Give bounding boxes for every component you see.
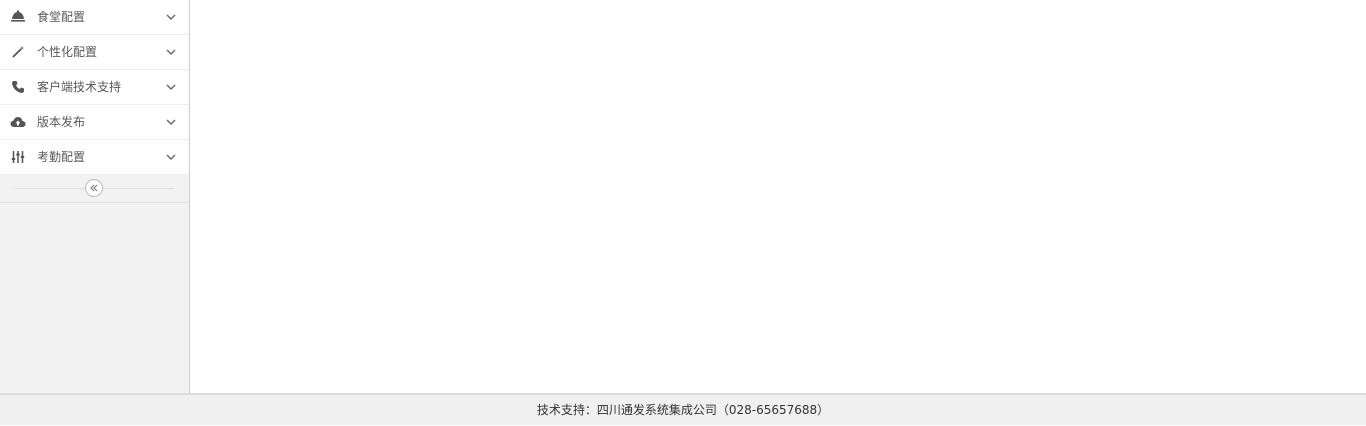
sidebar-item-label: 考勤配置 — [37, 150, 86, 164]
main-content — [190, 0, 1366, 393]
sidebar: 食堂配置 个性化配置 客户端技术支持 版本发布 考勤配置 — [0, 0, 190, 393]
chevron-down-icon — [165, 46, 177, 58]
canteen-bell-icon — [10, 9, 26, 25]
footer: 技术支持：四川通发系统集成公司（028-65657688） — [0, 393, 1366, 425]
sidebar-item-label: 版本发布 — [37, 115, 86, 129]
sidebar-item-canteen-config[interactable]: 食堂配置 — [0, 0, 189, 35]
chevron-down-icon — [165, 151, 177, 163]
sidebar-item-version-release[interactable]: 版本发布 — [0, 105, 189, 140]
cloud-upload-icon — [10, 114, 26, 130]
sliders-icon — [10, 149, 26, 165]
phone-icon — [10, 79, 26, 95]
sidebar-item-personalization-config[interactable]: 个性化配置 — [0, 35, 189, 70]
sidebar-menu: 食堂配置 个性化配置 客户端技术支持 版本发布 考勤配置 — [0, 0, 189, 175]
footer-text: 技术支持：四川通发系统集成公司（028-65657688） — [536, 403, 830, 417]
sidebar-item-client-tech-support[interactable]: 客户端技术支持 — [0, 70, 189, 105]
sidebar-collapse-bar — [0, 175, 189, 203]
chevron-down-icon — [165, 116, 177, 128]
chevron-down-icon — [165, 11, 177, 23]
double-chevron-left-icon — [89, 183, 99, 193]
sidebar-item-attendance-config[interactable]: 考勤配置 — [0, 140, 189, 175]
chevron-down-icon — [165, 81, 177, 93]
sidebar-item-label: 食堂配置 — [37, 10, 86, 24]
magic-wand-icon — [10, 44, 26, 60]
sidebar-item-label: 个性化配置 — [37, 45, 98, 59]
sidebar-item-label: 客户端技术支持 — [37, 80, 122, 94]
sidebar-collapse-button[interactable] — [85, 179, 103, 197]
